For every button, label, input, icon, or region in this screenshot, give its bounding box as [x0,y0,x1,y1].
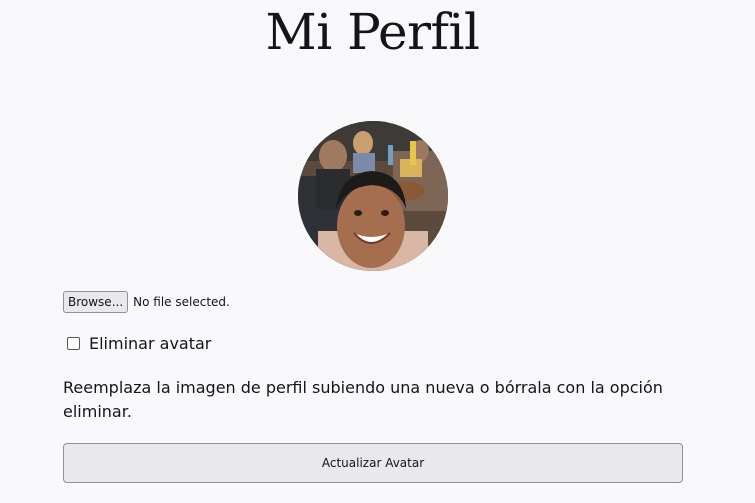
avatar [298,121,448,271]
file-status: No file selected. [133,295,230,309]
delete-avatar-option[interactable]: Eliminar avatar [67,334,211,353]
file-upload: Browse... No file selected. [63,291,230,313]
delete-avatar-checkbox[interactable] [67,337,80,350]
update-avatar-button[interactable]: Actualizar Avatar [63,443,683,483]
avatar-photo [298,121,448,271]
page-title: Mi Perfil [265,3,480,61]
delete-avatar-label: Eliminar avatar [89,334,212,353]
profile-page: Mi Perfil Browse... No file selected. El… [0,0,755,503]
help-text: Reemplaza la imagen de perfil subiendo u… [63,378,663,421]
browse-button[interactable]: Browse... [63,291,129,313]
